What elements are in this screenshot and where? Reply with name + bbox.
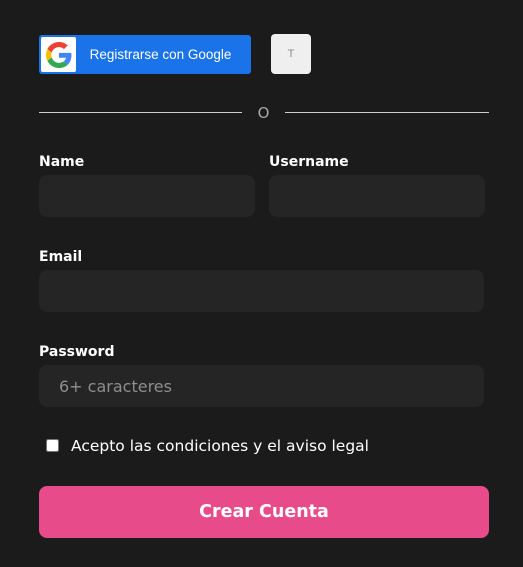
email-input[interactable] <box>39 270 484 312</box>
alt-social-button[interactable]: T <box>271 34 311 74</box>
username-label: Username <box>269 154 349 170</box>
divider-right-line <box>285 112 489 113</box>
terms-checkbox[interactable] <box>46 439 59 452</box>
divider-text: O <box>257 104 270 122</box>
alt-social-label: T <box>287 48 295 60</box>
google-signup-label: Registrarse con Google <box>89 47 232 62</box>
google-icon <box>45 41 71 68</box>
password-label: Password <box>39 344 115 360</box>
terms-label[interactable]: Acepto las condiciones y el aviso legal <box>71 436 369 456</box>
google-logo-container <box>41 37 76 72</box>
create-account-button[interactable]: Crear Cuenta <box>39 486 489 538</box>
google-signup-button[interactable]: Registrarse con Google <box>39 35 251 74</box>
divider-left-line <box>39 112 242 113</box>
email-label: Email <box>39 249 83 265</box>
username-input[interactable] <box>269 175 485 217</box>
name-input[interactable] <box>39 175 255 217</box>
password-input[interactable] <box>39 365 484 407</box>
name-label: Name <box>39 154 85 170</box>
